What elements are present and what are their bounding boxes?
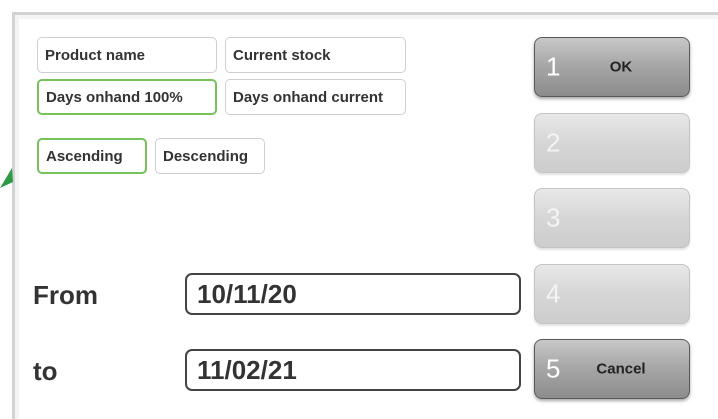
sort-option-product-name[interactable]: Product name (37, 37, 217, 73)
button-number-4: 4 (546, 278, 561, 309)
sort-option-days-onhand-100[interactable]: Days onhand 100% (37, 79, 217, 115)
cancel-button[interactable]: 5 Cancel (534, 339, 690, 399)
button-4-disabled: 4 (534, 264, 690, 324)
button-number-3: 3 (546, 202, 561, 233)
button-2-disabled: 2 (534, 113, 690, 173)
button-3-disabled: 3 (534, 188, 690, 248)
sort-order-descending[interactable]: Descending (155, 138, 265, 174)
to-date-input[interactable]: 11/02/21 (185, 349, 521, 391)
from-date-input[interactable]: 10/11/20 (185, 273, 521, 315)
to-label: to (33, 356, 58, 386)
sort-order-ascending[interactable]: Ascending (37, 138, 147, 174)
sort-option-current-stock[interactable]: Current stock (225, 37, 406, 73)
green-arrow-icon (0, 168, 13, 188)
cancel-button-label: Cancel (596, 360, 646, 378)
from-label: From (33, 280, 98, 310)
ok-button-label: OK (609, 58, 633, 76)
ok-button[interactable]: 1 OK (534, 37, 690, 97)
button-number-2: 2 (546, 127, 561, 158)
sort-option-days-onhand-current[interactable]: Days onhand current (225, 79, 406, 115)
